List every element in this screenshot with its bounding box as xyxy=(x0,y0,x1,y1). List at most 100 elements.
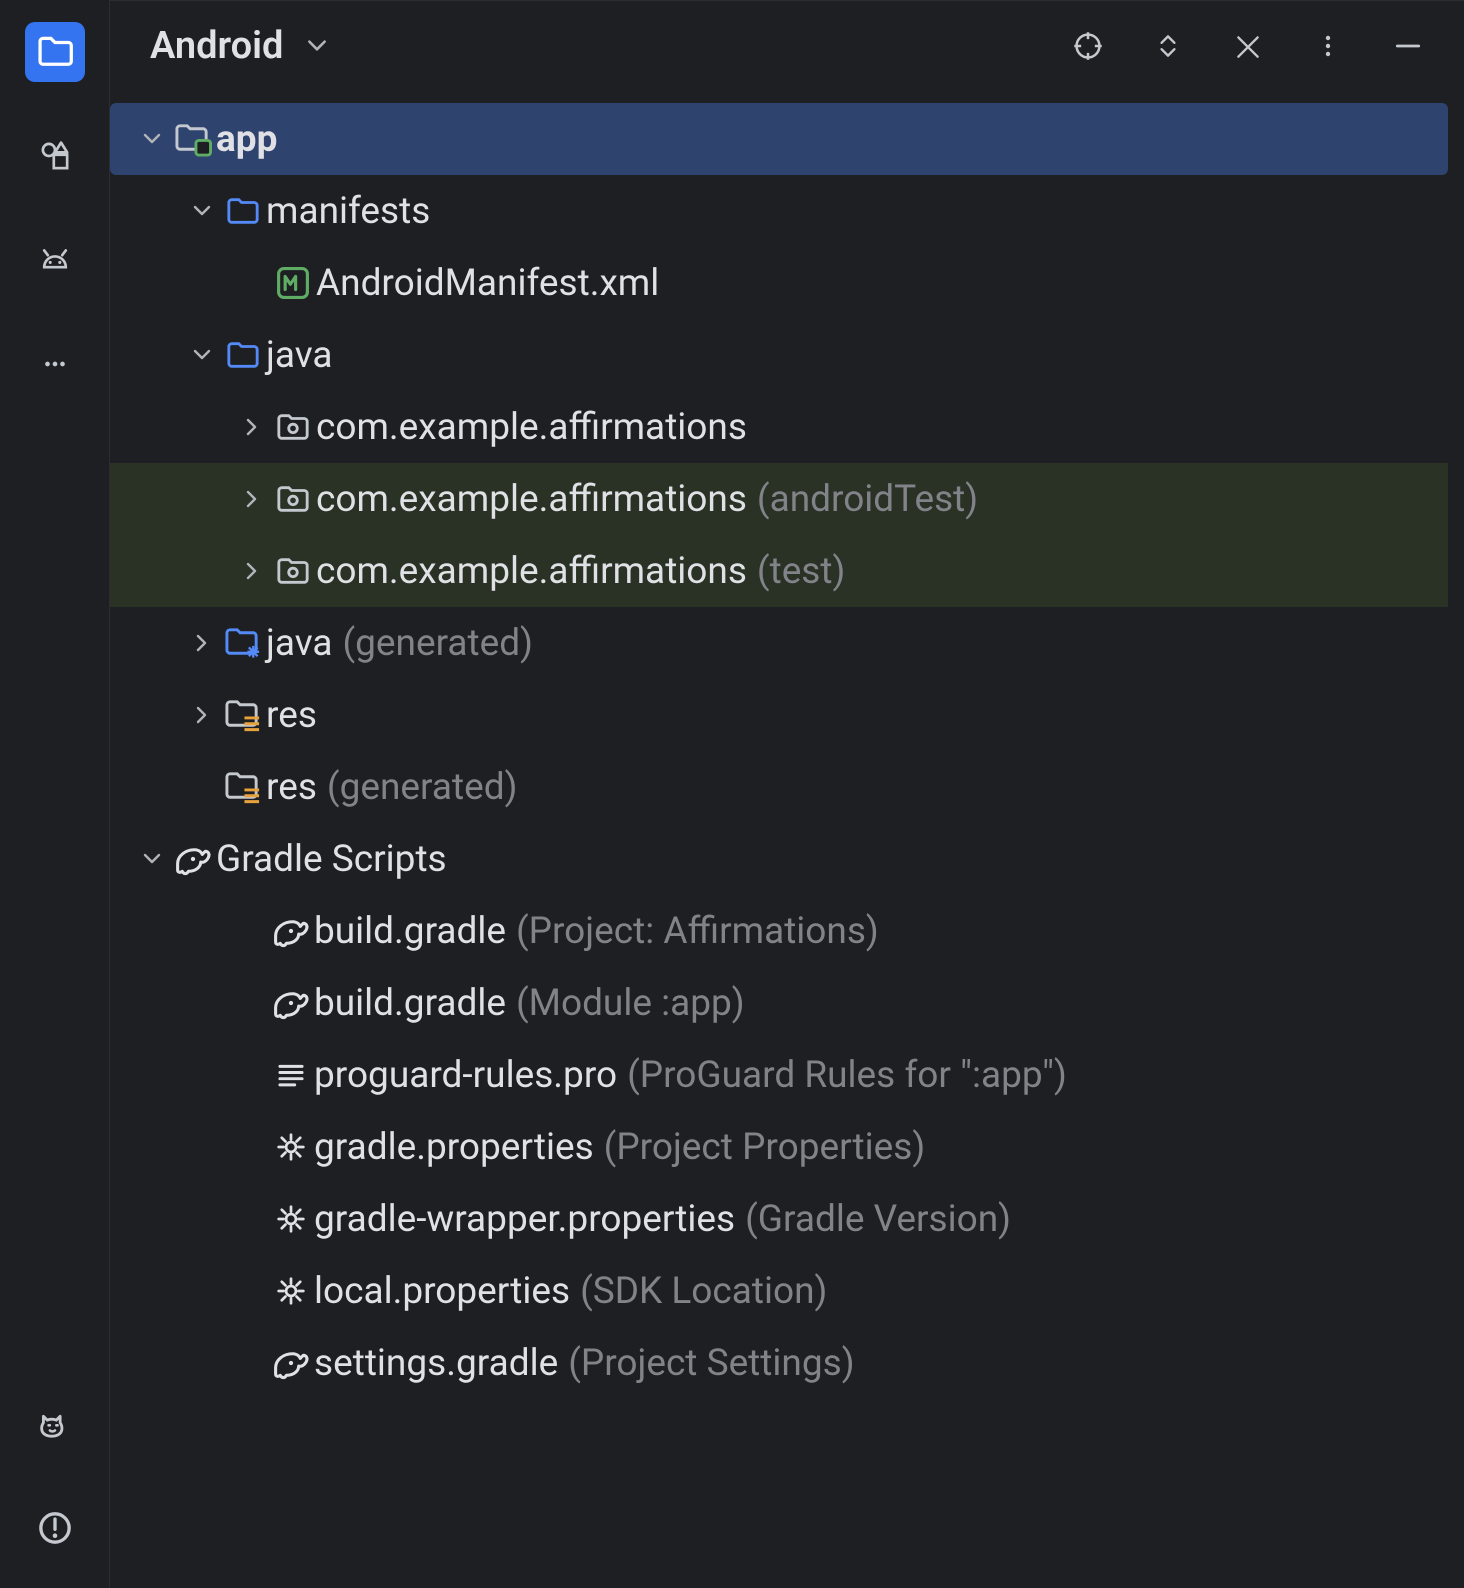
tree-row-wrapper-props[interactable]: gradle-wrapper.properties(Gradle Version… xyxy=(110,1183,1448,1255)
tree-item-suffix: (Project Properties) xyxy=(604,1126,926,1169)
package-icon xyxy=(270,554,316,588)
chevron-right-icon[interactable] xyxy=(234,416,270,438)
tree-item-suffix: (Project Settings) xyxy=(568,1342,854,1385)
tree-item-label: res xyxy=(266,766,317,809)
tree-row-build-mod[interactable]: build.gradle(Module :app) xyxy=(110,967,1448,1039)
chevron-down-icon xyxy=(305,34,329,58)
tree-item-label: local.properties xyxy=(314,1270,570,1313)
problems-tool-button[interactable] xyxy=(25,1498,85,1558)
tree-row-settings-gradle[interactable]: settings.gradle(Project Settings) xyxy=(110,1327,1448,1399)
tree-row-pkg-main[interactable]: com.example.affirmations xyxy=(110,391,1448,463)
collapse-icon xyxy=(1233,31,1263,61)
gear-icon xyxy=(268,1275,314,1307)
tree-row-local-props[interactable]: local.properties(SDK Location) xyxy=(110,1255,1448,1327)
tree-item-suffix: (SDK Location) xyxy=(580,1270,827,1313)
tree-row-res[interactable]: res xyxy=(110,679,1448,751)
chevron-right-icon[interactable] xyxy=(184,632,220,654)
minimize-icon xyxy=(1393,31,1423,61)
tree-row-pkg-androidtest[interactable]: com.example.affirmations(androidTest) xyxy=(110,463,1448,535)
panel-options-button[interactable] xyxy=(1300,18,1356,74)
lines-icon xyxy=(268,1059,314,1091)
chevron-down-icon[interactable] xyxy=(134,848,170,870)
folder-res-icon xyxy=(220,696,266,734)
chevron-down-icon[interactable] xyxy=(184,344,220,366)
expand-icon xyxy=(1153,31,1183,61)
tree-item-suffix: (generated) xyxy=(327,766,518,809)
folder-gen-blue-icon xyxy=(220,624,266,662)
tree-item-label: com.example.affirmations xyxy=(316,406,747,449)
chevron-right-icon[interactable] xyxy=(184,704,220,726)
folder-icon xyxy=(36,33,74,71)
tree-row-gradle-props[interactable]: gradle.properties(Project Properties) xyxy=(110,1111,1448,1183)
tree-row-proguard[interactable]: proguard-rules.pro(ProGuard Rules for ":… xyxy=(110,1039,1448,1111)
tree-item-label: com.example.affirmations xyxy=(316,478,747,521)
package-icon xyxy=(270,410,316,444)
tree-item-label: settings.gradle xyxy=(314,1342,558,1385)
tree-row-gradle-scripts[interactable]: Gradle Scripts xyxy=(110,823,1448,895)
tree-item-suffix: (Module :app) xyxy=(516,982,745,1025)
tree-row-java-gen[interactable]: java(generated) xyxy=(110,607,1448,679)
tree-item-suffix: (Project: Affirmations) xyxy=(516,910,879,953)
tree-row-res-gen[interactable]: res(generated) xyxy=(110,751,1448,823)
tree-item-label: gradle.properties xyxy=(314,1126,594,1169)
tree-item-label: app xyxy=(216,118,277,161)
select-opened-file-button[interactable] xyxy=(1060,18,1116,74)
folder-res-icon xyxy=(220,768,266,806)
ellipsis-icon xyxy=(40,349,70,379)
more-tool-button[interactable] xyxy=(25,334,85,394)
tree-row-manifest-xml[interactable]: AndroidManifest.xml xyxy=(110,247,1448,319)
expand-collapse-button[interactable] xyxy=(1140,18,1196,74)
tree-row-build-proj[interactable]: build.gradle(Project: Affirmations) xyxy=(110,895,1448,967)
android-tool-button[interactable] xyxy=(25,230,85,290)
project-panel: Android app manifests AndroidManifest.xml j… xyxy=(110,0,1464,1588)
tree-item-label: Gradle Scripts xyxy=(216,838,447,881)
tree-item-suffix: (ProGuard Rules for ":app") xyxy=(627,1054,1067,1097)
tree-item-label: com.example.affirmations xyxy=(316,550,747,593)
folder-blue-icon xyxy=(220,194,266,228)
tree-item-label: gradle-wrapper.properties xyxy=(314,1198,735,1241)
tree-item-label: java xyxy=(266,622,332,665)
folder-module-icon xyxy=(170,120,216,158)
gear-icon xyxy=(268,1131,314,1163)
manifest-icon xyxy=(270,266,316,300)
chevron-down-icon[interactable] xyxy=(184,200,220,222)
gradle-icon xyxy=(268,983,314,1023)
tree-item-label: AndroidManifest.xml xyxy=(316,262,659,305)
hide-panel-button[interactable] xyxy=(1380,18,1436,74)
tree-row-app[interactable]: app xyxy=(110,103,1448,175)
collapse-all-button[interactable] xyxy=(1220,18,1276,74)
panel-header: Android xyxy=(110,1,1464,91)
view-mode-selector[interactable]: Android xyxy=(150,24,283,68)
tree-item-label: java xyxy=(266,334,332,377)
target-icon xyxy=(1072,30,1104,62)
chevron-down-icon[interactable] xyxy=(134,128,170,150)
cat-icon xyxy=(37,1406,73,1442)
tree-item-label: manifests xyxy=(266,190,430,233)
tree-row-java[interactable]: java xyxy=(110,319,1448,391)
project-tree[interactable]: app manifests AndroidManifest.xml java com.e… xyxy=(110,91,1464,1399)
gradle-icon xyxy=(170,839,216,879)
alert-icon xyxy=(37,1510,73,1546)
tree-item-label: res xyxy=(266,694,317,737)
cat-tool-button[interactable] xyxy=(25,1394,85,1454)
tree-item-suffix: (test) xyxy=(757,550,845,593)
project-tool-button[interactable] xyxy=(25,22,85,82)
gradle-icon xyxy=(268,911,314,951)
package-icon xyxy=(270,482,316,516)
kebab-icon xyxy=(1314,32,1342,60)
android-icon xyxy=(37,242,73,278)
structure-tool-button[interactable] xyxy=(25,126,85,186)
folder-blue-icon xyxy=(220,338,266,372)
tree-row-pkg-test[interactable]: com.example.affirmations(test) xyxy=(110,535,1448,607)
tool-window-rail xyxy=(0,0,110,1588)
tree-item-suffix: (Gradle Version) xyxy=(745,1198,1011,1241)
tree-row-manifests[interactable]: manifests xyxy=(110,175,1448,247)
tree-item-label: build.gradle xyxy=(314,982,506,1025)
tree-item-suffix: (androidTest) xyxy=(757,478,978,521)
gear-icon xyxy=(268,1203,314,1235)
chevron-right-icon[interactable] xyxy=(234,560,270,582)
shapes-icon xyxy=(38,139,72,173)
tree-item-suffix: (generated) xyxy=(342,622,533,665)
tree-item-label: proguard-rules.pro xyxy=(314,1054,617,1097)
chevron-right-icon[interactable] xyxy=(234,488,270,510)
